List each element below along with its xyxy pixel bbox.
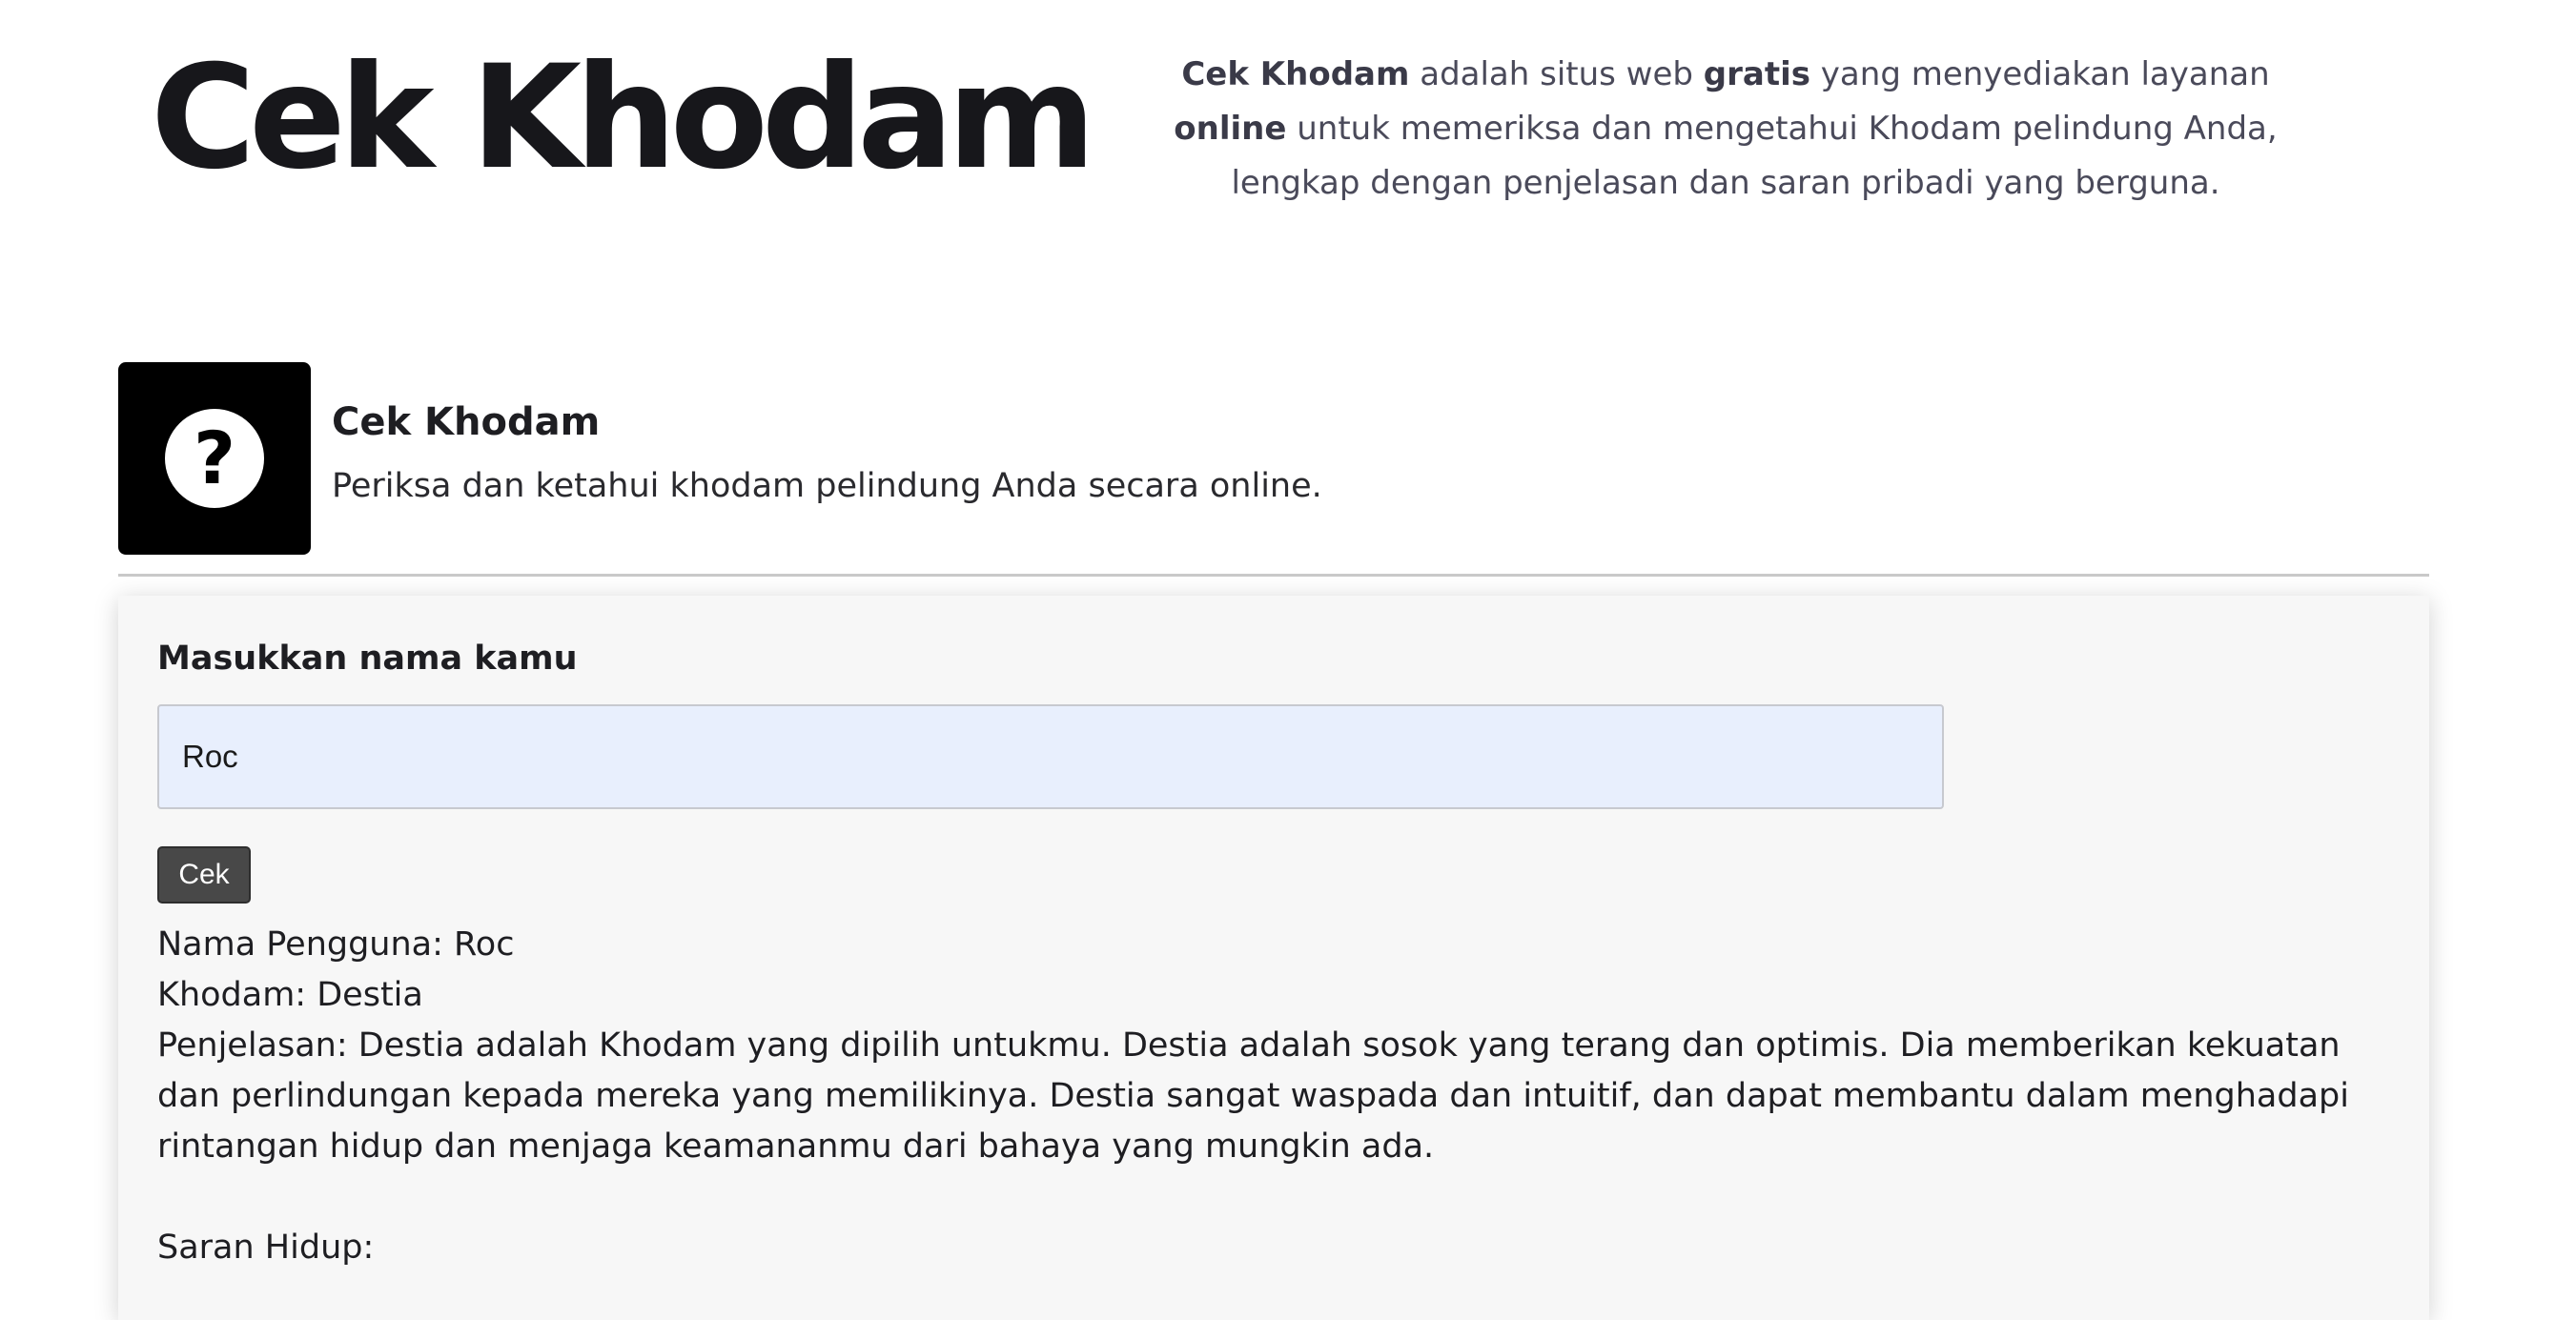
hero-description-online: online	[1174, 110, 1287, 148]
result-output: Nama Pengguna: Roc Khodam: Destia Penjel…	[157, 920, 2398, 1273]
hero-title: Cek Khodam	[151, 35, 1096, 201]
tool-subtitle: Periksa dan ketahui khodam pelindung And…	[332, 467, 1322, 505]
hero-description: Cek Khodam adalah situs web gratis yang …	[1173, 48, 2279, 211]
check-form-panel: Masukkan nama kamu Cek Nama Pengguna: Ro…	[118, 596, 2429, 1320]
tool-icon-box: ?	[118, 362, 311, 555]
hero-description-text-2: yang menyediakan layanan	[1810, 55, 2270, 93]
tool-header: ? Cek Khodam Periksa dan ketahui khodam …	[118, 362, 2429, 577]
hero-description-text-3: untuk memeriksa dan mengetahui Khodam pe…	[1231, 110, 2278, 202]
name-input[interactable]	[157, 704, 1944, 809]
hero-description-brand: Cek Khodam	[1181, 55, 1410, 93]
result-khodam: Khodam: Destia	[157, 976, 423, 1014]
result-spacer	[157, 1172, 2398, 1223]
tool-title: Cek Khodam	[332, 400, 601, 444]
result-explanation: Penjelasan: Destia adalah Khodam yang di…	[157, 1026, 2349, 1166]
result-username: Nama Pengguna: Roc	[157, 925, 515, 964]
hero-description-text-1: adalah situs web	[1409, 55, 1704, 93]
question-mark-icon: ?	[165, 409, 264, 508]
name-field-label: Masukkan nama kamu	[157, 640, 578, 678]
hero-description-free: gratis	[1703, 55, 1810, 93]
result-advice-heading: Saran Hidup:	[157, 1229, 375, 1267]
cek-button[interactable]: Cek	[157, 846, 251, 904]
